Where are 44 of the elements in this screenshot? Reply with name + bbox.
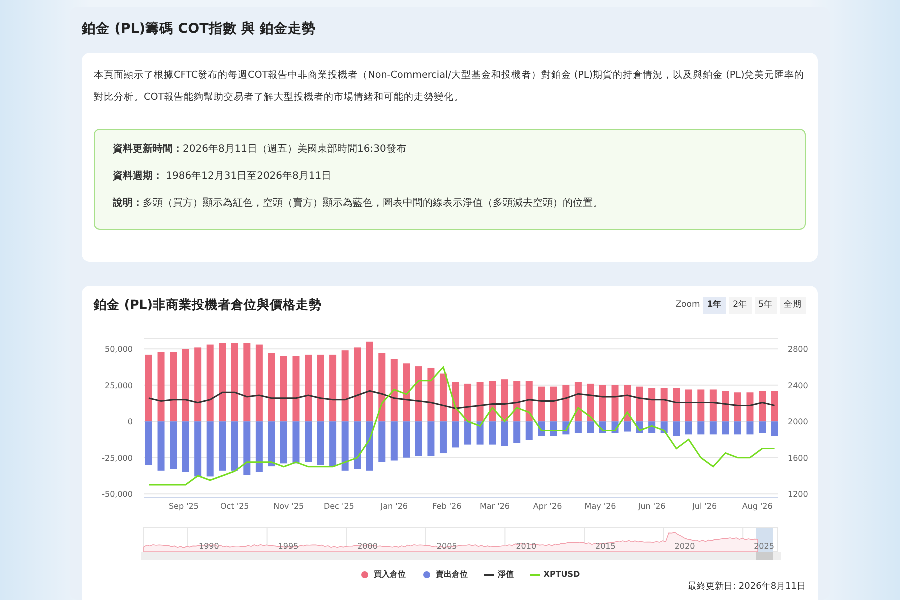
- axis-label: Jul '26: [692, 502, 718, 511]
- navigator-label: 2020: [674, 542, 696, 551]
- axis-label: Nov '25: [274, 502, 304, 511]
- axis-label: 2400: [788, 381, 808, 390]
- zoom-label: Zoom: [676, 299, 700, 312]
- navigator-label: 2025: [754, 542, 774, 551]
- axis-label: Jan '26: [380, 502, 408, 511]
- legend-item[interactable]: 買入倉位: [360, 569, 406, 581]
- zoom-button[interactable]: 全期: [780, 297, 806, 314]
- axis-label: -25,000: [102, 454, 133, 463]
- axis-label: -50,000: [102, 490, 133, 500]
- navigator-label: 2010: [516, 542, 537, 551]
- axis-label: 0: [128, 418, 133, 427]
- legend-item[interactable]: 淨值: [484, 569, 514, 581]
- navigator-range: [756, 528, 773, 552]
- legend-item[interactable]: 賣出倉位: [422, 569, 468, 581]
- axis-label: Aug '26: [742, 502, 773, 511]
- info-line: 資料更新時間：2026年8月11日（週五）美國東部時間16:30發布: [113, 142, 408, 158]
- axis-label: Feb '26: [432, 502, 462, 511]
- axis-label: Jun '26: [638, 502, 666, 511]
- axis-label: 1600: [788, 454, 808, 463]
- axis-label: 2000: [788, 418, 808, 427]
- axis-label: 50,000: [105, 345, 133, 354]
- axis-label: 25,000: [105, 381, 133, 390]
- axis-label: Apr '26: [533, 502, 562, 511]
- info-line: 資料週期： 1986年12月31日至2026年8月11日: [113, 170, 333, 184]
- axis-label: Oct '25: [220, 502, 250, 511]
- zoom-button[interactable]: 1年: [703, 297, 726, 314]
- axis-label: Mar '26: [480, 502, 510, 511]
- axis-label: 2800: [788, 345, 808, 354]
- axis-label: May '26: [584, 502, 616, 511]
- zoom-button[interactable]: 5年: [754, 297, 777, 314]
- info-line: 說明：多頭（買方）顯示為紅色，空頭（賣方）顯示為藍色，圖表中間的線表示淨值（多頭減去空頭）的位置。: [113, 196, 604, 212]
- legend-item[interactable]: XPTUSD: [530, 569, 580, 581]
- axis-label: Sep '25: [168, 502, 199, 511]
- navigator-label: 2015: [596, 542, 616, 551]
- scrollbar-thumb: [756, 552, 773, 560]
- chart-title: 鉑金 (PL)非商業投機者倉位與價格走勢: [94, 296, 322, 314]
- last-updated-text: 最終更新日: 2026年8月11日: [687, 581, 806, 594]
- axis-label: Dec '25: [324, 502, 354, 511]
- page-title: 鉑金 (PL)籌碼 COT指數 與 鉑金走勢: [82, 20, 318, 39]
- zoom-button[interactable]: 2年: [729, 297, 752, 314]
- axis-label: 1200: [788, 490, 808, 500]
- intro-paragraph: 本頁面顯示了根據CFTC發布的每週COT報告中非商業投機者（Non-Commercial/大型基金和投機者）對鉑金 (PL)期貨的持倉情況，以及與鉑金 (PL)兌美元匯率的對比分析。COT報告能夠幫助交易者了解大型投機者的市場情緒和可能的走勢變化。: [94, 69, 806, 106]
